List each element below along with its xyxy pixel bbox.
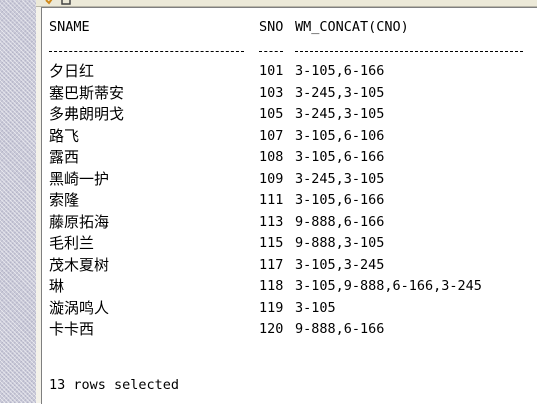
column-header-row: SNAME SNO WM_CONCAT(CNO) <box>49 17 409 37</box>
cell-sname: 毛利兰 <box>49 234 95 252</box>
cell-cno: 3-245,3-105 <box>295 106 385 122</box>
output-toolbar <box>36 0 537 7</box>
cell-cno: 9-888,6-166 <box>295 213 385 230</box>
cell-sname: 索隆 <box>49 191 80 209</box>
cell-sname: 卡卡西 <box>49 320 95 338</box>
column-header-sname: SNAME <box>49 19 90 35</box>
cell-sno: 113 <box>259 213 284 230</box>
cell-sno: 118 <box>259 278 284 294</box>
cell-sname: 琳 <box>49 277 65 295</box>
cell-sno: 108 <box>259 149 284 165</box>
cell-sname: 夕日红 <box>49 62 95 80</box>
clear-icon[interactable] <box>61 0 71 5</box>
cell-sname: 露西 <box>49 148 80 166</box>
column-header-sno: SNO <box>259 19 284 35</box>
column-header-cno: WM_CONCAT(CNO) <box>295 19 409 35</box>
cell-sname: 塞巴斯蒂安 <box>49 83 125 102</box>
cell-sno: 115 <box>259 235 284 251</box>
editor-gutter <box>0 0 37 403</box>
cell-sname: 路飞 <box>49 126 80 145</box>
separator-sname <box>49 51 244 52</box>
cell-sname: 茂木夏树 <box>49 255 110 274</box>
cell-cno: 3-105,6-106 <box>295 127 385 144</box>
cell-sname: 藤原拓海 <box>49 212 110 231</box>
separator-cno <box>295 51 523 52</box>
cell-cno: 3-245,3-105 <box>295 170 385 187</box>
cell-sno: 120 <box>259 321 284 337</box>
cell-cno: 3-105,3-245 <box>295 256 385 273</box>
cell-sno: 111 <box>259 192 284 208</box>
cell-cno: 9-888,3-105 <box>295 235 385 251</box>
cell-sno: 101 <box>259 63 284 79</box>
cell-cno: 3-105,6-166 <box>295 192 385 208</box>
cell-sno: 105 <box>259 106 284 122</box>
cell-sname: 黑崎一护 <box>49 169 110 188</box>
run-icon[interactable] <box>45 0 55 5</box>
separator-sno <box>259 51 283 52</box>
cell-cno: 3-105,6-166 <box>295 63 385 79</box>
cell-sname: 漩涡鸣人 <box>49 298 110 317</box>
cell-sno: 103 <box>259 84 284 101</box>
sql-output-window: SNAME SNO WM_CONCAT(CNO) 夕日红 101 3-105,6-1… <box>36 0 537 404</box>
cell-cno: 3-245,3-105 <box>295 84 385 101</box>
cell-cno: 3-105,9-888,6-166,3-245 <box>295 278 482 294</box>
cell-cno: 3-105,6-166 <box>295 149 385 165</box>
cell-sno: 107 <box>259 127 284 144</box>
cell-cno: 3-105 <box>295 299 336 316</box>
cell-sno: 109 <box>259 170 284 187</box>
cell-sno: 119 <box>259 299 284 316</box>
cell-cno: 9-888,6-166 <box>295 321 385 337</box>
query-output-pane[interactable]: SNAME SNO WM_CONCAT(CNO) 夕日红 101 3-105,6-1… <box>41 7 537 404</box>
cell-sno: 117 <box>259 256 284 273</box>
cell-sname: 多弗朗明戈 <box>49 105 125 123</box>
rows-selected-message: 13 rows selected <box>49 377 180 393</box>
header-separator <box>49 41 529 61</box>
